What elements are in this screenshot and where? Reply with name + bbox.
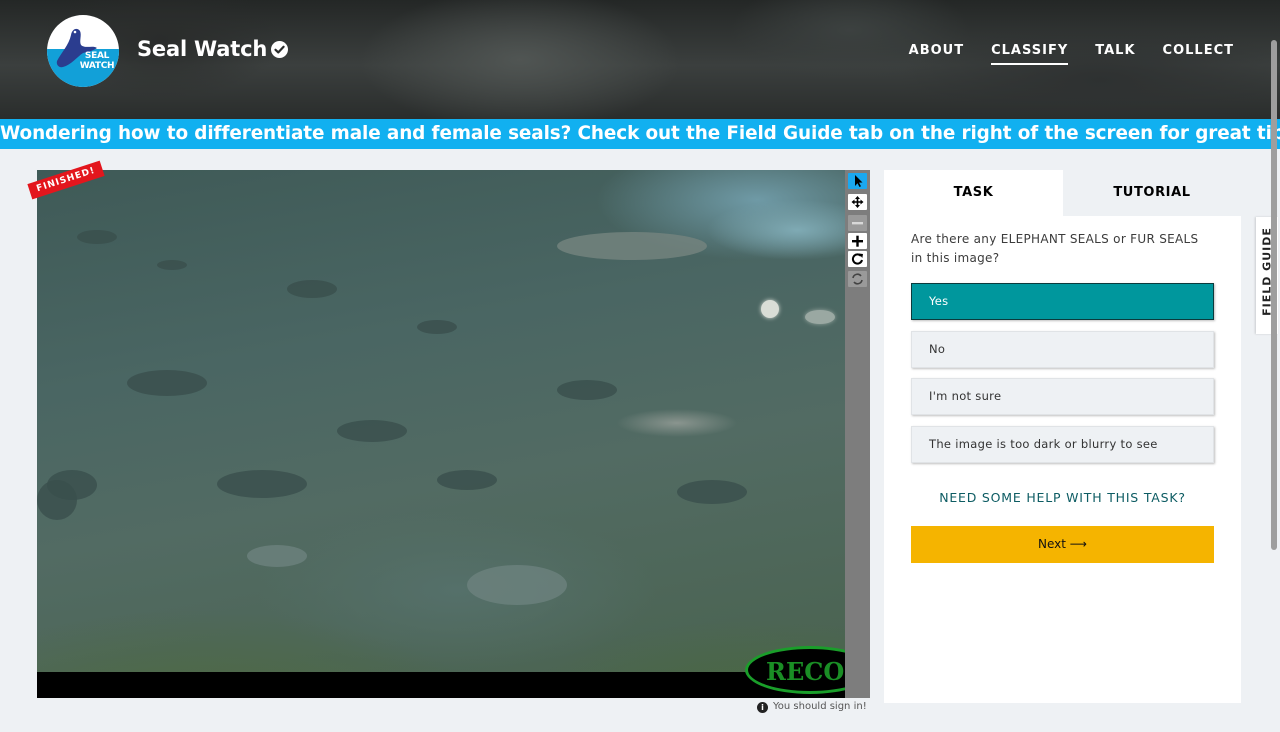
site-title[interactable]: Seal Watch xyxy=(137,37,267,61)
signin-text: You should sign in! xyxy=(773,701,867,712)
page-scrollbar[interactable] xyxy=(1271,40,1277,550)
seal-in-image xyxy=(761,300,779,318)
answer-too-dark[interactable]: The image is too dark or blurry to see xyxy=(911,426,1214,463)
next-button[interactable]: Next ⟶ xyxy=(911,526,1214,563)
nav-talk[interactable]: TALK xyxy=(1095,43,1135,65)
viewer-toolbar xyxy=(845,170,870,698)
verified-badge-icon xyxy=(271,41,288,58)
announcement-banner: Wondering how to differentiate male and … xyxy=(0,119,1280,149)
seal-in-image xyxy=(805,310,835,324)
rotate-icon[interactable] xyxy=(848,251,867,267)
main-nav: ABOUT CLASSIFY TALK COLLECT xyxy=(909,43,1234,65)
seal-watch-logo[interactable]: SEAL WATCH xyxy=(47,15,119,87)
task-panel: TASK TUTORIAL Are there any ELEPHANT SEA… xyxy=(884,170,1241,703)
nav-about[interactable]: ABOUT xyxy=(909,43,964,65)
move-icon[interactable] xyxy=(848,194,867,210)
reset-icon[interactable] xyxy=(848,271,867,287)
pointer-icon[interactable] xyxy=(848,173,867,189)
task-tabs: TASK TUTORIAL xyxy=(884,170,1241,216)
task-help-link[interactable]: NEED SOME HELP WITH THIS TASK? xyxy=(911,490,1214,505)
zoom-in-icon[interactable] xyxy=(848,233,867,249)
zoom-out-icon[interactable] xyxy=(848,215,867,231)
nav-classify[interactable]: CLASSIFY xyxy=(991,43,1069,65)
tab-tutorial[interactable]: TUTORIAL xyxy=(1063,170,1241,216)
subject-image[interactable] xyxy=(37,170,845,672)
answer-no[interactable]: No xyxy=(911,331,1214,368)
site-header: SEAL WATCH Seal Watch ABOUT CLASSIFY TAL… xyxy=(0,0,1280,119)
answer-yes[interactable]: Yes xyxy=(911,283,1214,320)
tab-task[interactable]: TASK xyxy=(884,170,1063,216)
logo-text: SEAL WATCH xyxy=(79,51,115,71)
info-icon: i xyxy=(757,702,768,713)
answer-not-sure[interactable]: I'm not sure xyxy=(911,378,1214,415)
signin-notice: i You should sign in! xyxy=(757,701,867,713)
subject-viewer[interactable]: RECON xyxy=(37,170,845,698)
task-question: Are there any ELEPHANT SEALS or FUR SEAL… xyxy=(911,232,1199,265)
nav-collect[interactable]: COLLECT xyxy=(1163,43,1234,65)
